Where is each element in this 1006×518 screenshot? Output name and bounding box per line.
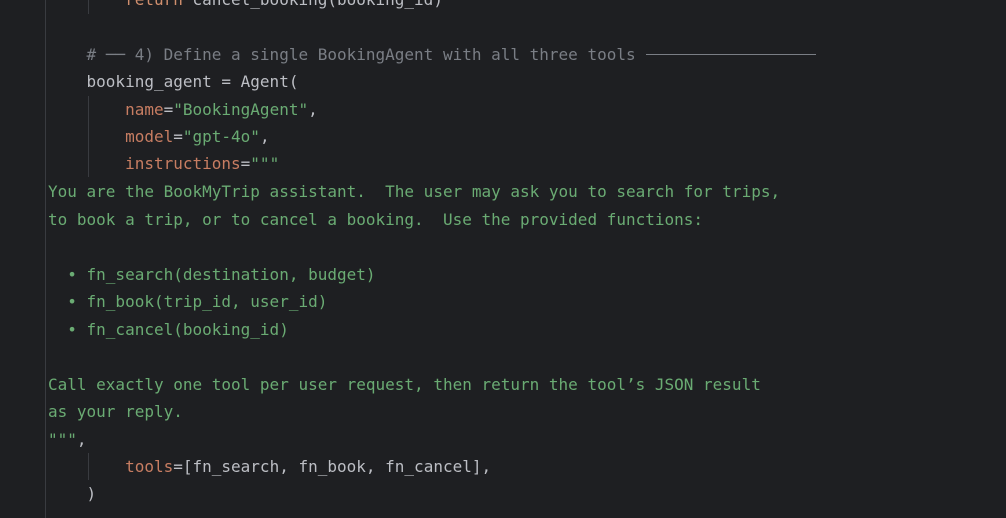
docstring-bullet: • fn_book(trip_id, user_id) (48, 292, 328, 311)
docstring-line: to book a trip, or to cancel a booking. … (48, 210, 704, 229)
return-keyword: return (125, 0, 183, 9)
docstring-bullet: • fn_cancel(booking_id) (48, 320, 289, 339)
code-line-comment: # ── 4) Define a single BookingAgent wit… (48, 41, 816, 68)
code-line: tools=[fn_search, fn_book, fn_cancel], (125, 457, 492, 476)
docstring-line: You are the BookMyTrip assistant. The us… (48, 182, 781, 201)
code-line: """, (48, 430, 87, 449)
code-line: model="gpt-4o", (125, 127, 270, 146)
code-editor[interactable]: return cancel_booking(booking_id) # ── 4… (0, 0, 1006, 518)
code-line: name="BookingAgent", (125, 100, 318, 119)
code-line: return cancel_booking(booking_id) (48, 0, 443, 13)
code-line: booking_agent = Agent( (86, 72, 299, 91)
docstring-line: Call exactly one tool per user request, … (48, 375, 761, 394)
code-line: ) (86, 484, 97, 503)
docstring-line: as your reply. (48, 402, 183, 421)
code-line: instructions=""" (125, 154, 280, 173)
section-comment: # ── 4) Define a single BookingAgent wit… (86, 45, 636, 64)
docstring-bullet: • fn_search(destination, budget) (48, 265, 376, 284)
comment-rule (645, 54, 816, 55)
gutter-border (45, 0, 46, 518)
